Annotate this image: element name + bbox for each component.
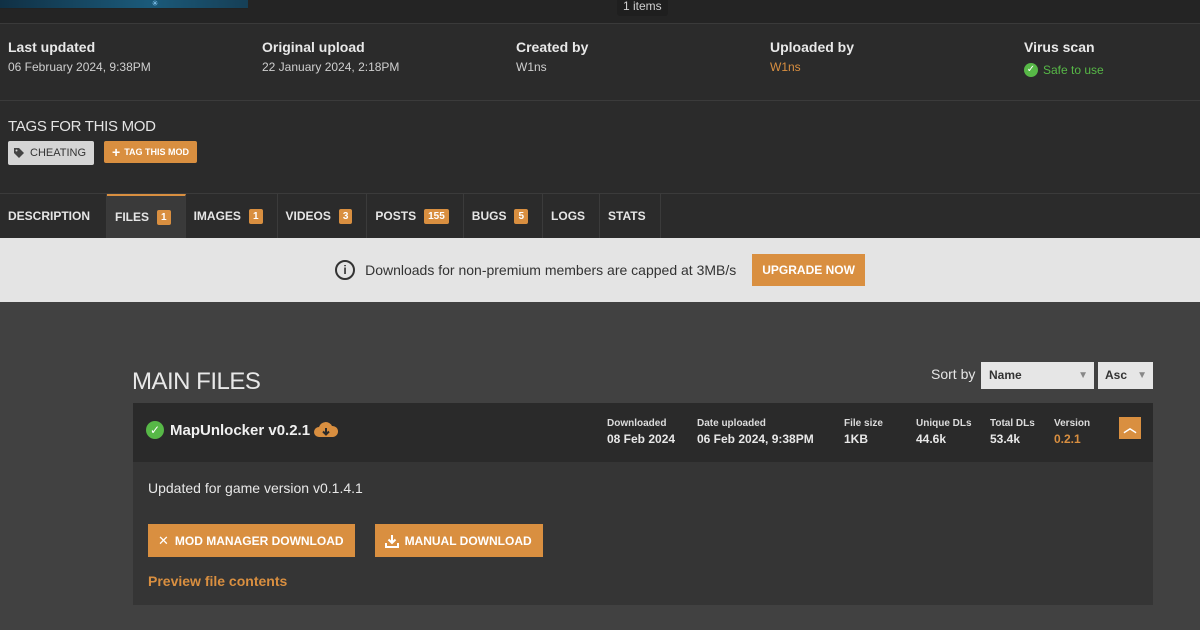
tag-icon (14, 148, 24, 158)
created-by-label: Created by (516, 39, 589, 55)
files-content: MAIN FILES Sort by Name ▼ Asc ▼ ✓ MapUnl… (0, 302, 1200, 630)
plus-icon: + (112, 144, 121, 160)
tag-this-mod-button[interactable]: + TAG THIS MOD (104, 141, 198, 163)
tools-icon: ✕ (158, 532, 169, 548)
tab-files-count: 1 (157, 209, 171, 225)
preview-file-contents-link[interactable]: Preview file contents (148, 573, 287, 589)
file-header[interactable]: ✓ MapUnlocker v0.2.1 Downloaded 08 Feb 2… (133, 403, 1153, 462)
info-icon: i (335, 260, 356, 280)
tab-posts-count: 155 (424, 208, 449, 224)
last-updated: Last updated 06 February 2024, 9:38PM (8, 39, 151, 74)
stat-version-value: 0.2.1 (1054, 432, 1081, 446)
sort-by-select[interactable]: Name ▼ (981, 362, 1094, 389)
collapse-button[interactable]: ︿ (1119, 417, 1141, 439)
last-updated-value: 06 February 2024, 9:38PM (8, 60, 151, 74)
stat-downloaded-label: Downloaded (607, 418, 667, 429)
tab-bugs-label: BUGS (471, 209, 507, 223)
tab-description-label: DESCRIPTION (8, 209, 91, 223)
stat-file-size-value: 1KB (844, 432, 869, 446)
tag-label: CHEATING (30, 147, 87, 159)
original-upload-label: Original upload (262, 39, 365, 55)
mod-manager-download-button[interactable]: ✕ MOD MANAGER DOWNLOAD (148, 524, 355, 557)
banner-text: Downloads for non-premium members are ca… (365, 262, 737, 278)
tag-chip[interactable]: CHEATING (8, 141, 95, 165)
uploaded-by: Uploaded by W1ns (770, 39, 854, 74)
main-files-title: MAIN FILES (132, 368, 261, 395)
download-buttons: ✕ MOD MANAGER DOWNLOAD MANUAL DOWNLOAD (148, 524, 543, 557)
original-upload: Original upload 22 January 2024, 2:18PM (262, 39, 399, 74)
tab-stats[interactable]: STATS (600, 194, 661, 238)
file-description: Updated for game version v0.1.4.1 (148, 480, 363, 496)
manual-download-button[interactable]: MANUAL DOWNLOAD (374, 524, 543, 557)
tab-stats-label: STATS (608, 209, 646, 223)
sort-direction-select[interactable]: Asc ▼ (1098, 362, 1153, 389)
tab-images[interactable]: IMAGES 1 (186, 194, 278, 238)
tab-images-label: IMAGES (193, 209, 241, 223)
sort-direction-value: Asc (1105, 368, 1128, 382)
upgrade-now-button[interactable]: UPGRADE NOW (752, 254, 865, 286)
stat-date-uploaded-value: 06 Feb 2024, 9:38PM (697, 432, 814, 446)
sort-by-value: Name (989, 368, 1022, 382)
created-by: Created by W1ns (516, 39, 588, 74)
original-upload-value: 22 January 2024, 2:18PM (262, 60, 400, 74)
tab-videos-count: 3 (338, 208, 353, 224)
stat-file-size-label: File size (844, 418, 883, 429)
tab-files[interactable]: FILES 1 (107, 194, 186, 238)
tab-videos[interactable]: VIDEOS 3 (278, 194, 368, 238)
stat-unique-dls-label: Unique DLs (916, 418, 972, 429)
download-icon (384, 534, 399, 548)
stat-unique-dls-value: 44.6k (916, 432, 947, 446)
stat-version-label: Version (1054, 418, 1091, 429)
tab-description[interactable]: DESCRIPTION (0, 194, 108, 238)
stat-total-dls-label: Total DLs (990, 418, 1035, 429)
created-by-value: W1ns (516, 60, 547, 74)
stat-total-dls: Total DLs 53.4k (990, 418, 1035, 446)
virus-scan-label: Virus scan (1024, 39, 1095, 55)
cloud-download-icon[interactable] (313, 421, 339, 439)
manual-download-label: MANUAL DOWNLOAD (404, 533, 532, 548)
virus-scan-status[interactable]: Safe to use (1043, 63, 1104, 77)
mod-tabs: DESCRIPTION FILES 1 IMAGES 1 VIDEOS 3 POSTS… (0, 193, 1200, 238)
mod-manager-download-label: MOD MANAGER DOWNLOAD (174, 533, 344, 548)
top-strip: ✳ 1 items (0, 0, 1200, 24)
check-circle-icon: ✓ (146, 421, 164, 439)
stat-total-dls-value: 53.4k (990, 432, 1021, 446)
tag-this-mod-label: TAG THIS MOD (124, 147, 190, 157)
tab-posts[interactable]: POSTS 155 (367, 194, 464, 238)
stat-date-uploaded: Date uploaded 06 Feb 2024, 9:38PM (697, 418, 814, 446)
thumbnail-glint-icon: ✳ (151, 0, 159, 8)
tab-bugs[interactable]: BUGS 5 (464, 194, 544, 238)
caret-down-icon: ▼ (1137, 370, 1147, 381)
tab-logs-label: LOGS (551, 209, 586, 223)
uploader-link[interactable]: W1ns (770, 60, 854, 74)
stat-downloaded-value: 08 Feb 2024 (607, 432, 676, 446)
stat-date-uploaded-label: Date uploaded (697, 418, 766, 429)
stat-version: Version 0.2.1 (1054, 418, 1090, 446)
tab-videos-label: VIDEOS (285, 209, 331, 223)
stat-unique-dls: Unique DLs 44.6k (916, 418, 972, 446)
mod-thumbnail[interactable]: ✳ (0, 0, 248, 9)
chevron-up-icon: ︿ (1123, 420, 1137, 435)
sort-by-label: Sort by (931, 366, 976, 382)
caret-down-icon: ▼ (1078, 370, 1088, 381)
virus-scan: Virus scan ✓ Safe to use (1024, 39, 1104, 77)
file-card: ✓ MapUnlocker v0.2.1 Downloaded 08 Feb 2… (133, 403, 1153, 605)
mod-meta-row: Last updated 06 February 2024, 9:38PM Or… (0, 25, 1200, 101)
file-name: MapUnlocker v0.2.1 (170, 422, 311, 439)
uploaded-by-label: Uploaded by (770, 39, 855, 55)
check-circle-icon: ✓ (1024, 63, 1038, 77)
tags-title: TAGS FOR THIS MOD (8, 118, 156, 135)
tab-posts-label: POSTS (375, 209, 417, 223)
tab-logs[interactable]: LOGS (543, 194, 601, 238)
stat-file-size: File size 1KB (844, 418, 883, 446)
tab-images-count: 1 (248, 208, 263, 224)
tab-files-label: FILES (115, 210, 150, 224)
items-count-badge: 1 items (617, 0, 668, 16)
premium-banner: i Downloads for non-premium members are … (0, 238, 1200, 302)
stat-downloaded: Downloaded 08 Feb 2024 (607, 418, 675, 446)
tags-section: TAGS FOR THIS MOD CHEATING + TAG THIS MO… (8, 118, 198, 165)
last-updated-label: Last updated (8, 39, 96, 55)
tab-bugs-count: 5 (514, 208, 529, 224)
